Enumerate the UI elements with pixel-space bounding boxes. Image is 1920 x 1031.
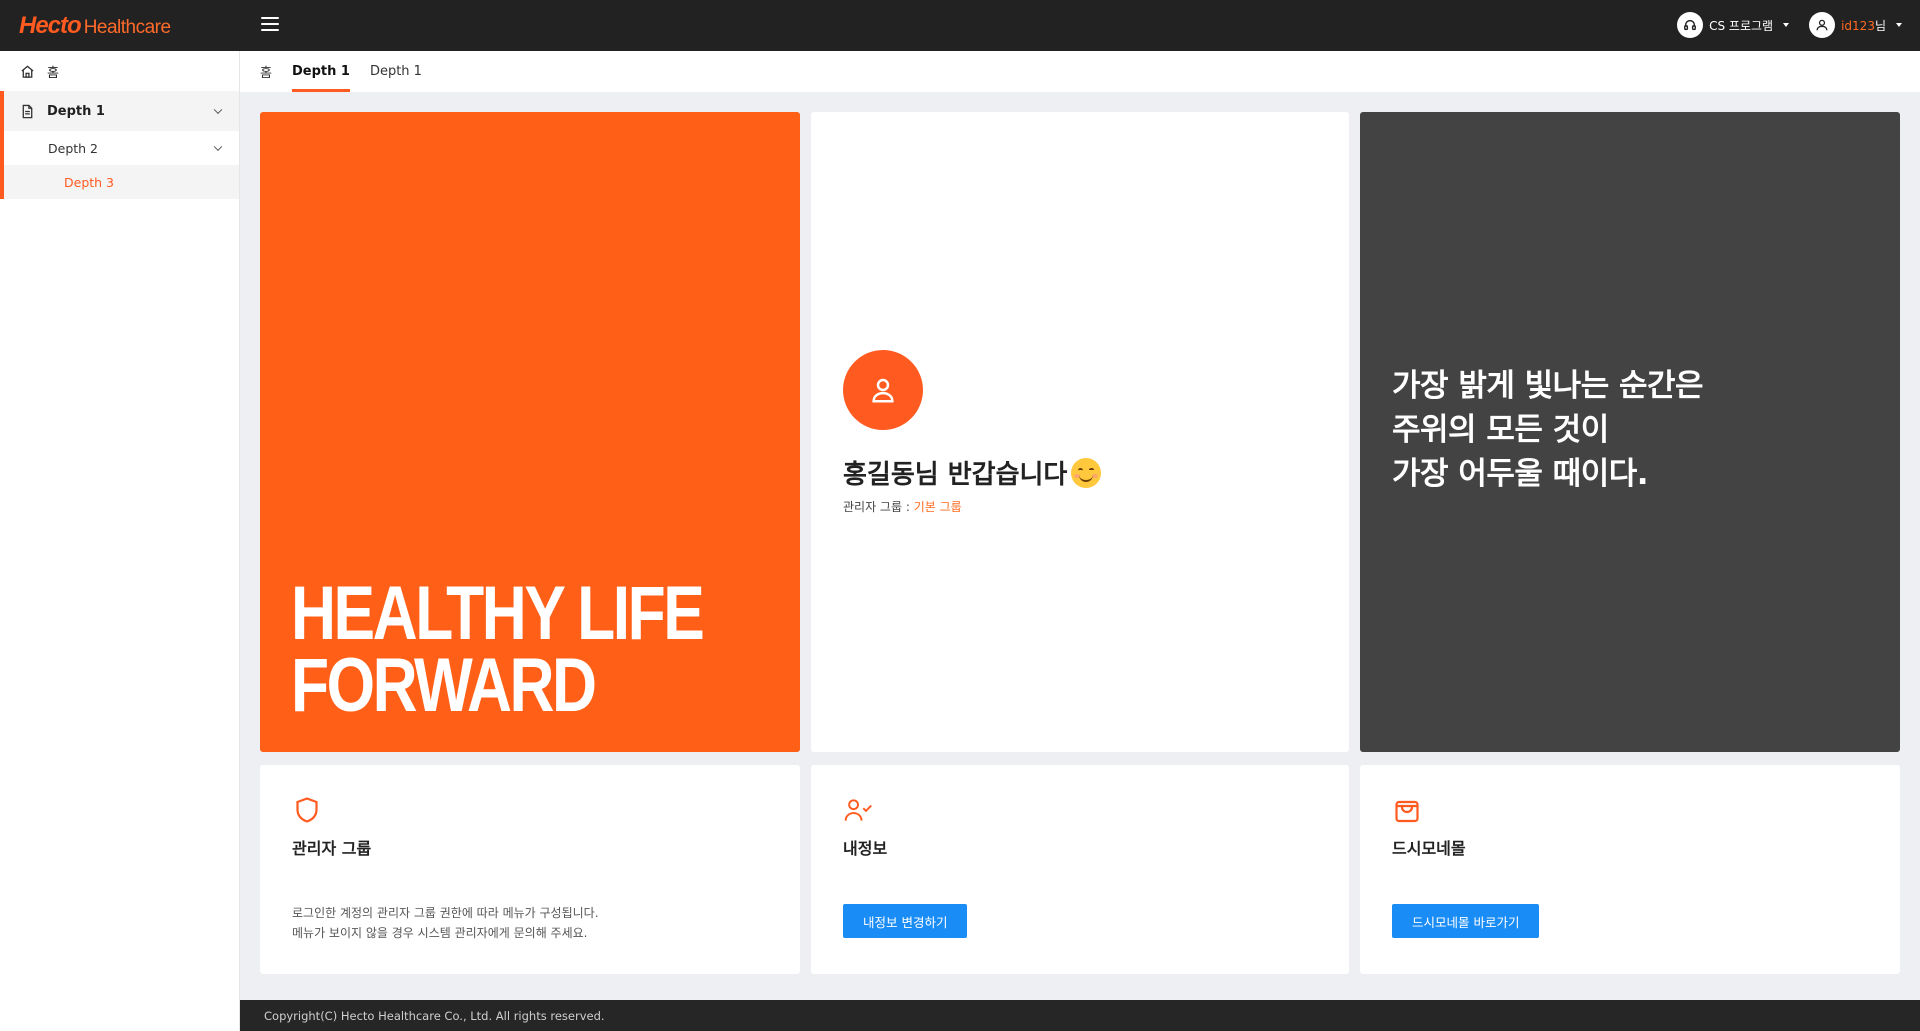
- card-title: 내정보: [843, 839, 888, 858]
- greeting-text: 홍길동님 반갑습니다: [843, 460, 1068, 490]
- headset-icon: [1677, 12, 1704, 38]
- user-id: id123: [1841, 18, 1875, 33]
- hero-banner-card: HEALTHY LIFE FORWARD: [260, 112, 800, 752]
- logo-hecto-text: Hecto: [19, 12, 82, 39]
- cs-program-dropdown[interactable]: CS 프로그램: [1677, 12, 1790, 38]
- document-icon: [22, 104, 33, 118]
- sidebar-item-depth2[interactable]: Depth 2: [0, 131, 239, 165]
- group-value: 기본 그룹: [913, 500, 962, 514]
- top-header: Hecto Healthcare CS 프로그램 id123님: [0, 0, 1920, 51]
- user-dropdown[interactable]: id123님: [1809, 12, 1902, 38]
- user-icon: [872, 378, 894, 403]
- chevron-down-icon: [213, 105, 223, 115]
- breadcrumb-item[interactable]: Depth 1: [370, 51, 422, 92]
- footer: Copyright(C) Hecto Healthcare Co., Ltd. …: [240, 1000, 1920, 1031]
- copyright-text: Copyright(C) Hecto Healthcare Co., Ltd. …: [264, 1008, 605, 1023]
- chevron-down-icon: [213, 142, 223, 152]
- breadcrumb: 홈 Depth 1 Depth 1: [240, 51, 1920, 92]
- main-content: HEALTHY LIFE FORWARD 홍길동님 반갑습니다 관리자 그룹 :…: [240, 92, 1920, 1000]
- mall-card: 드시모네몰 드시모네몰 바로가기: [1360, 765, 1900, 974]
- user-suffix: 님: [1874, 18, 1886, 33]
- user-icon: [1809, 12, 1836, 38]
- logo[interactable]: Hecto Healthcare: [19, 12, 171, 40]
- caret-down-icon: [1896, 23, 1902, 27]
- shopping-bag-icon: [1395, 800, 1419, 823]
- quote-line-1: 가장 밝게 빛나는 순간은: [1392, 368, 1704, 404]
- sidebar-item-home[interactable]: 홈: [0, 51, 239, 91]
- quote-card: 가장 밝게 빛나는 순간은 주위의 모든 것이 가장 어두울 때이다.: [1360, 112, 1900, 752]
- cs-program-label: CS 프로그램: [1709, 18, 1774, 33]
- sidebar-item-depth3[interactable]: Depth 3: [0, 165, 239, 199]
- quote-line-2: 주위의 모든 것이: [1392, 412, 1609, 448]
- logo-healthcare-text: Healthcare: [83, 17, 171, 38]
- card-description: 로그인한 계정의 관리자 그룹 권한에 따라 메뉴가 구성됩니다. 메뉴가 보이…: [292, 906, 599, 940]
- quote-text: 가장 밝게 빛나는 순간은 주위의 모든 것이 가장 어두울 때이다.: [1392, 364, 1704, 496]
- sidebar-item-depth1[interactable]: Depth 1: [0, 91, 239, 131]
- card-title: 드시모네몰: [1392, 839, 1466, 858]
- admin-group-card: 관리자 그룹 로그인한 계정의 관리자 그룹 권한에 따라 메뉴가 구성됩니다.…: [260, 765, 800, 974]
- greeting: 홍길동님 반갑습니다: [843, 454, 1102, 491]
- sidebar-item-label: Depth 3: [64, 174, 114, 190]
- shield-icon: [296, 797, 318, 823]
- sidebar-item-label: Depth 2: [48, 140, 98, 156]
- quote-line-3: 가장 어두울 때이다.: [1392, 456, 1649, 492]
- card-title: 관리자 그룹: [292, 839, 372, 858]
- slogan-line-2: FORWARD: [291, 642, 597, 728]
- admin-group-info: 관리자 그룹 : 기본 그룹: [843, 498, 962, 515]
- user-check-icon: [844, 799, 872, 821]
- my-info-card: 내정보 내정보 변경하기: [811, 765, 1349, 974]
- breadcrumb-home[interactable]: 홈: [260, 51, 272, 92]
- breadcrumb-item[interactable]: Depth 1: [291, 51, 350, 92]
- sidebar-item-label: Depth 1: [47, 103, 105, 119]
- group-label: 관리자 그룹 :: [843, 500, 914, 514]
- go-to-mall-button[interactable]: 드시모네몰 바로가기: [1392, 904, 1540, 938]
- smile-emoji-icon: [1071, 457, 1102, 488]
- sidebar: 홈 Depth 1 Depth 2 Depth 3: [0, 51, 240, 1031]
- edit-my-info-button[interactable]: 내정보 변경하기: [843, 904, 968, 938]
- slogan-line-1: HEALTHY LIFE: [291, 570, 705, 656]
- header-right-menu: CS 프로그램 id123님: [1677, 12, 1902, 38]
- home-icon: [21, 64, 34, 78]
- caret-down-icon: [1783, 23, 1790, 27]
- sidebar-item-label: 홈: [47, 65, 59, 81]
- profile-card: 홍길동님 반갑습니다 관리자 그룹 : 기본 그룹: [811, 112, 1349, 752]
- hero-slogan: HEALTHY LIFE FORWARD: [291, 570, 705, 728]
- avatar: [843, 350, 923, 430]
- menu-toggle-icon[interactable]: [261, 17, 279, 31]
